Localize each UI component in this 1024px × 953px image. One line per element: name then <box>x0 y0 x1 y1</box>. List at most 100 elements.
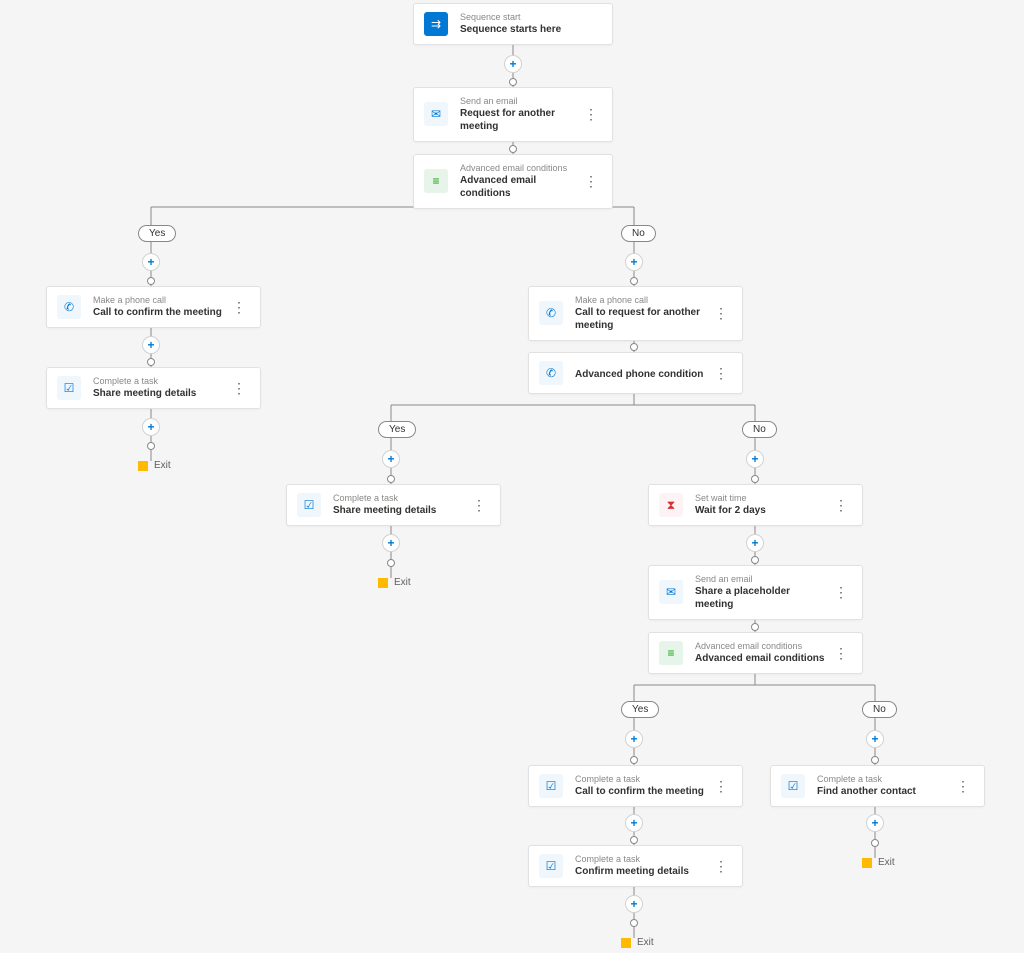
node-type: Make a phone call <box>575 295 710 306</box>
add-step-button[interactable]: + <box>142 418 160 436</box>
more-icon[interactable]: ⋮ <box>710 305 732 322</box>
node-type: Make a phone call <box>93 295 228 306</box>
add-step-button[interactable]: + <box>866 730 884 748</box>
flag-icon <box>621 938 631 948</box>
node-send-email[interactable]: ✉ Send an emailShare a placeholder meetin… <box>648 565 863 620</box>
node-email-conditions[interactable]: ≡Advanced email conditionsAdvanced email… <box>648 632 863 674</box>
node-phone-call[interactable]: ✆ Make a phone callCall to confirm the me… <box>46 286 261 328</box>
exit-marker: Exit <box>621 937 654 948</box>
node-complete-task[interactable]: ☑ Complete a taskShare meeting details⋮ <box>286 484 501 526</box>
node-phone-condition[interactable]: ✆Advanced phone condition⋮ <box>528 352 743 394</box>
more-icon[interactable]: ⋮ <box>710 778 732 795</box>
task-icon: ☑ <box>297 493 321 517</box>
node-complete-task[interactable]: ☑Complete a taskFind another contact⋮ <box>770 765 985 807</box>
connector-dot <box>630 836 638 844</box>
more-icon[interactable]: ⋮ <box>468 497 490 514</box>
email-icon: ✉ <box>659 580 683 604</box>
exit-marker: Exit <box>378 577 411 588</box>
node-email-conditions[interactable]: ≡ Advanced email conditionsAdvanced email… <box>413 154 613 209</box>
exit-marker: Exit <box>138 460 171 471</box>
add-step-button[interactable]: + <box>746 450 764 468</box>
phone-icon: ✆ <box>539 301 563 325</box>
add-step-button[interactable]: + <box>142 336 160 354</box>
node-type: Send an email <box>460 96 580 107</box>
connector-dot <box>751 475 759 483</box>
email-icon: ✉ <box>424 102 448 126</box>
more-icon[interactable]: ⋮ <box>710 858 732 875</box>
node-complete-task[interactable]: ☑Complete a taskShare meeting details⋮ <box>46 367 261 409</box>
phone-icon: ✆ <box>57 295 81 319</box>
node-type: Set wait time <box>695 493 830 504</box>
add-step-button[interactable]: + <box>504 55 522 73</box>
yes-pill: Yes <box>621 701 659 718</box>
node-send-email[interactable]: ✉ Send an emailRequest for another meetin… <box>413 87 613 142</box>
no-pill: No <box>862 701 897 718</box>
connector-dot <box>387 475 395 483</box>
node-phone-call[interactable]: ✆ Make a phone callCall to request for an… <box>528 286 743 341</box>
more-icon[interactable]: ⋮ <box>580 173 602 190</box>
node-title: Advanced phone condition <box>575 368 710 381</box>
node-complete-task[interactable]: ☑ Complete a taskConfirm meeting details⋮ <box>528 845 743 887</box>
add-step-button[interactable]: + <box>746 534 764 552</box>
connector-dot <box>387 559 395 567</box>
node-type: Complete a task <box>333 493 468 504</box>
connector-dot <box>751 556 759 564</box>
task-icon: ☑ <box>539 774 563 798</box>
condition-icon: ≡ <box>424 169 448 193</box>
node-title: Call to confirm the meeting <box>575 785 710 798</box>
node-type: Complete a task <box>575 854 710 865</box>
add-step-button[interactable]: + <box>625 253 643 271</box>
wait-icon: ⧗ <box>659 493 683 517</box>
no-pill: No <box>742 421 777 438</box>
node-complete-task[interactable]: ☑Complete a taskCall to confirm the meet… <box>528 765 743 807</box>
connector-dot <box>630 343 638 351</box>
add-step-button[interactable]: + <box>866 814 884 832</box>
add-step-button[interactable]: + <box>382 534 400 552</box>
node-title: Sequence starts here <box>460 23 602 36</box>
flag-icon <box>138 461 148 471</box>
node-type: Complete a task <box>817 774 952 785</box>
connector-dot <box>147 442 155 450</box>
node-type: Sequence start <box>460 12 602 23</box>
sequence-start-icon: ⇉ <box>424 12 448 36</box>
node-title: Call to request for another meeting <box>575 306 710 332</box>
node-title: Find another contact <box>817 785 952 798</box>
more-icon[interactable]: ⋮ <box>830 645 852 662</box>
node-title: Call to confirm the meeting <box>93 306 228 319</box>
connector-dot <box>630 756 638 764</box>
node-sequence-start[interactable]: ⇉ Sequence startSequence starts here <box>413 3 613 45</box>
add-step-button[interactable]: + <box>625 730 643 748</box>
connector-dot <box>630 277 638 285</box>
node-title: Request for another meeting <box>460 107 580 133</box>
connector-lines <box>0 0 1024 953</box>
node-title: Confirm meeting details <box>575 865 710 878</box>
more-icon[interactable]: ⋮ <box>710 365 732 382</box>
no-pill: No <box>621 225 656 242</box>
node-title: Advanced email conditions <box>695 652 830 665</box>
node-title: Advanced email conditions <box>460 174 580 200</box>
node-type: Complete a task <box>93 376 228 387</box>
more-icon[interactable]: ⋮ <box>228 380 250 397</box>
task-icon: ☑ <box>539 854 563 878</box>
node-title: Share a placeholder meeting <box>695 585 830 611</box>
exit-marker: Exit <box>862 857 895 868</box>
more-icon[interactable]: ⋮ <box>228 299 250 316</box>
add-step-button[interactable]: + <box>382 450 400 468</box>
connector-dot <box>147 277 155 285</box>
add-step-button[interactable]: + <box>625 895 643 913</box>
more-icon[interactable]: ⋮ <box>580 106 602 123</box>
node-wait[interactable]: ⧗ Set wait timeWait for 2 days⋮ <box>648 484 863 526</box>
node-title: Share meeting details <box>333 504 468 517</box>
task-icon: ☑ <box>57 376 81 400</box>
more-icon[interactable]: ⋮ <box>830 584 852 601</box>
more-icon[interactable]: ⋮ <box>952 778 974 795</box>
node-type: Advanced email conditions <box>460 163 580 174</box>
connector-dot <box>509 78 517 86</box>
more-icon[interactable]: ⋮ <box>830 497 852 514</box>
add-step-button[interactable]: + <box>142 253 160 271</box>
node-type: Send an email <box>695 574 830 585</box>
node-title: Wait for 2 days <box>695 504 830 517</box>
connector-dot <box>509 145 517 153</box>
yes-pill: Yes <box>138 225 176 242</box>
add-step-button[interactable]: + <box>625 814 643 832</box>
